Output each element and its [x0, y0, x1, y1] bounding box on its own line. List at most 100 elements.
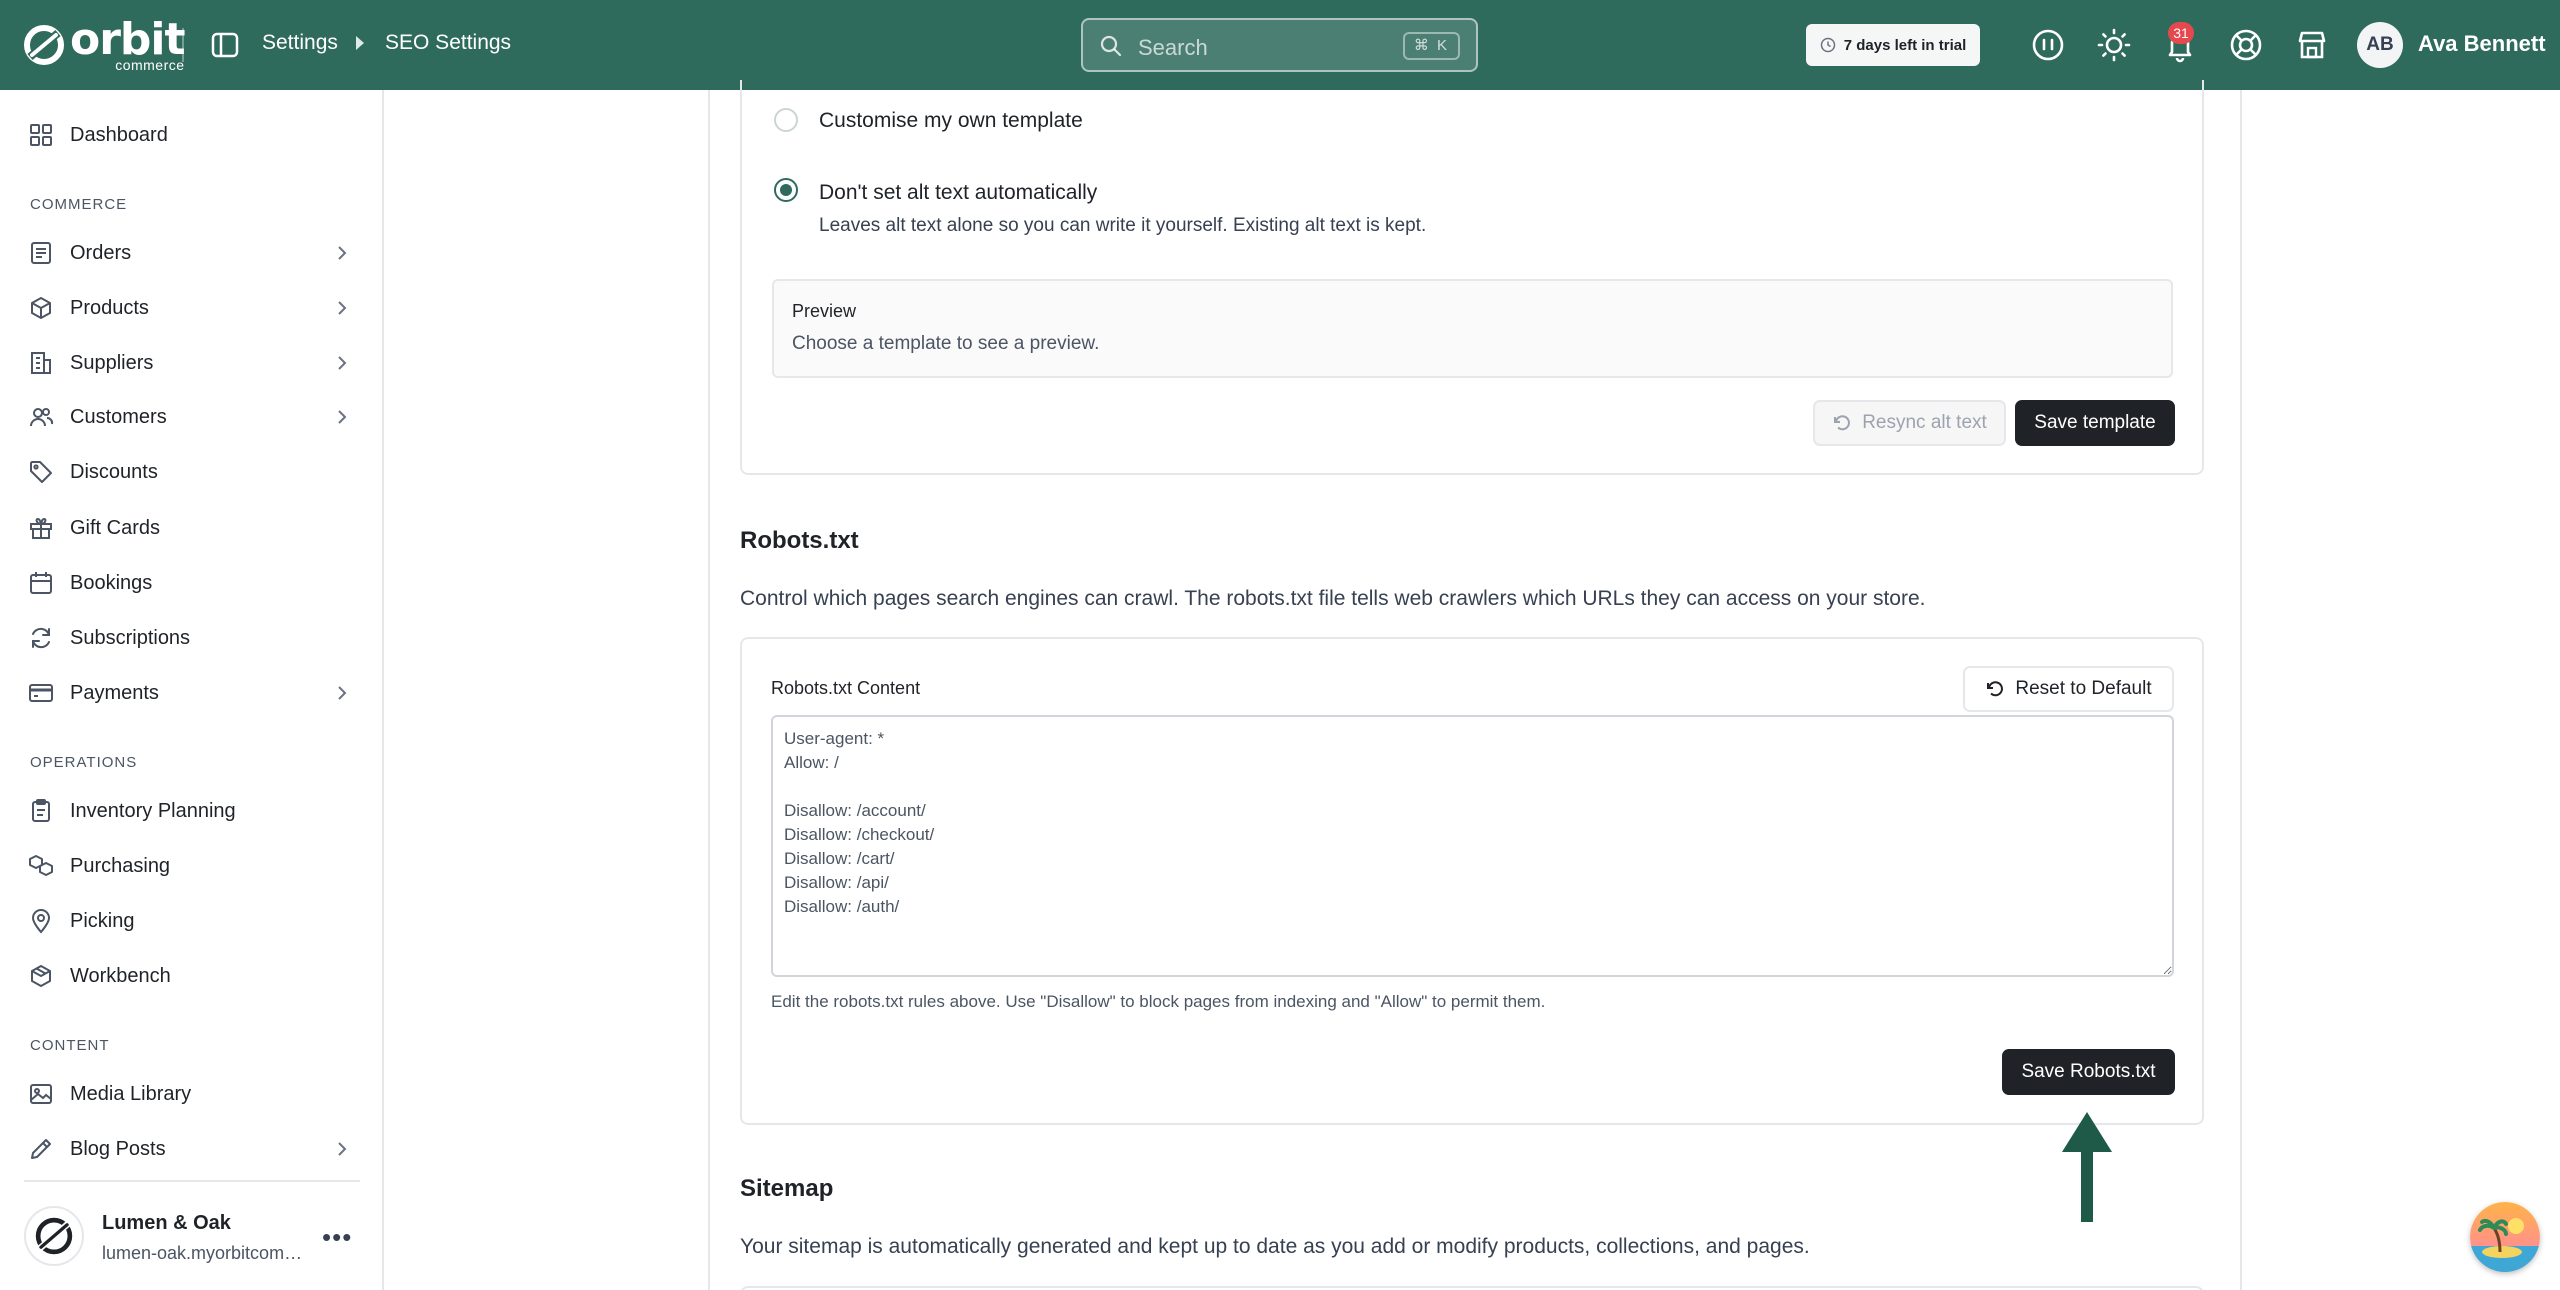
building-icon — [31, 352, 51, 374]
robots-content-label: Robots.txt Content — [771, 678, 921, 698]
topbar-divider — [182, 28, 184, 62]
section-operations: OPERATIONS — [30, 754, 138, 771]
sidebar-item-label: Suppliers — [70, 351, 154, 374]
sidebar-item-workbench[interactable]: Workbench — [0, 951, 384, 1001]
trial-text: 7 days left in trial — [1843, 36, 1967, 54]
boxes-icon — [29, 855, 53, 876]
gift-icon — [30, 517, 52, 539]
breadcrumb-separator-icon — [356, 36, 364, 50]
sidebar-item-label: Blog Posts — [70, 1137, 166, 1160]
sidebar-item-purchasing[interactable]: Purchasing — [0, 841, 384, 891]
sidebar-item-gift-cards[interactable]: Gift Cards — [0, 503, 384, 553]
notification-badge: 31 — [2168, 22, 2194, 44]
search-shortcut: ⌘ K — [1402, 32, 1460, 60]
chevron-right-icon — [338, 686, 347, 700]
sidebar-item-label: Discounts — [70, 460, 158, 483]
save-robots-label: Save Robots.txt — [2021, 1061, 2156, 1082]
sidebar-item-orders[interactable]: Orders — [0, 228, 384, 278]
reset-label: Reset to Default — [2015, 678, 2152, 699]
sidebar-item-label: Customers — [70, 405, 167, 428]
map-pin-icon — [31, 909, 51, 934]
option-no-auto-alt-text-desc: Leaves alt text alone so you can write i… — [819, 215, 1427, 236]
image-icon — [30, 1084, 52, 1104]
refresh-icon — [32, 627, 50, 649]
package-icon — [31, 965, 51, 987]
radio-custom-template[interactable] — [774, 108, 798, 132]
preview-title: Preview — [792, 301, 857, 321]
sidebar-item-label: Purchasing — [70, 854, 171, 877]
sidebar-item-suppliers[interactable]: Suppliers — [0, 338, 384, 388]
storefront-icon[interactable] — [2294, 27, 2330, 63]
chevron-right-icon — [338, 410, 347, 424]
users-icon — [30, 408, 54, 427]
orbit-logo[interactable]: orbit commerce — [22, 18, 186, 72]
sidebar-item-label: Products — [70, 296, 149, 319]
clock-icon — [1820, 37, 1835, 53]
sidebar-item-label: Gift Cards — [70, 516, 161, 539]
sidebar-item-blog-posts[interactable]: Blog Posts — [0, 1124, 384, 1174]
option-no-auto-alt-text-label[interactable]: Don't set alt text automatically — [819, 181, 1097, 205]
assistant-icon[interactable] — [2030, 27, 2066, 63]
robots-title: Robots.txt — [740, 527, 859, 554]
assistant-avatar-icon[interactable] — [2470, 1202, 2540, 1272]
sidebar-item-inventory-planning[interactable]: Inventory Planning — [0, 786, 384, 836]
sidebar-item-customers[interactable]: Customers — [0, 392, 384, 442]
section-content: CONTENT — [30, 1037, 110, 1054]
sitemap-card — [740, 1286, 2204, 1290]
trial-badge[interactable]: 7 days left in trial — [1806, 24, 1980, 66]
rotate-ccw-icon — [1987, 681, 2004, 697]
sidebar-item-discounts[interactable]: Discounts — [0, 447, 384, 497]
sidebar-item-payments[interactable]: Payments — [0, 668, 384, 718]
save-template-label: Save template — [2034, 412, 2156, 433]
option-custom-template-label[interactable]: Customise my own template — [819, 109, 1083, 133]
preview-box: Preview Choose a template to see a previ… — [772, 279, 2173, 378]
sidebar-item-bookings[interactable]: Bookings — [0, 558, 384, 608]
tag-icon — [30, 461, 52, 483]
sidebar-item-label: Picking — [70, 909, 135, 932]
sidebar: Dashboard COMMERCE Orders Products Suppl… — [0, 90, 384, 1290]
sidebar-item-label: Dashboard — [70, 123, 168, 146]
section-commerce: COMMERCE — [30, 196, 128, 213]
search-input[interactable]: Search ⌘ K — [1081, 18, 1478, 72]
store-switcher[interactable]: Lumen & Oak lumen-oak.myorbitcommerce.co… — [0, 1192, 384, 1290]
user-avatar[interactable]: AB — [2357, 22, 2403, 68]
resync-label: Resync alt text — [1862, 412, 1987, 433]
reset-to-default-button[interactable]: Reset to Default — [1963, 666, 2174, 712]
save-robots-button[interactable]: Save Robots.txt — [2002, 1049, 2175, 1095]
dashboard-icon — [30, 124, 52, 146]
sidebar-item-label: Bookings — [70, 571, 153, 594]
sidebar-item-label: Payments — [70, 681, 159, 704]
sidebar-item-subscriptions[interactable]: Subscriptions — [0, 613, 384, 663]
help-lifebuoy-icon[interactable] — [2228, 27, 2264, 63]
store-name: Lumen & Oak — [102, 1212, 231, 1234]
sidebar-item-dashboard[interactable]: Dashboard — [0, 110, 384, 160]
sitemap-title: Sitemap — [740, 1175, 834, 1202]
pencil-icon — [31, 1139, 51, 1159]
store-logo-icon — [24, 1206, 84, 1266]
save-template-button[interactable]: Save template — [2015, 400, 2175, 446]
orders-icon — [31, 242, 51, 264]
user-name[interactable]: Ava Bennett — [2418, 31, 2546, 57]
breadcrumb-settings[interactable]: Settings — [262, 31, 338, 55]
sidebar-item-picking[interactable]: Picking — [0, 896, 384, 946]
sidebar-item-label: Orders — [70, 241, 132, 264]
top-bar: orbit commerce Settings SEO Settings Sea… — [0, 0, 2560, 90]
robots-textarea[interactable]: User-agent: * Allow: / Disallow: /accoun… — [771, 715, 2174, 977]
sidebar-item-products[interactable]: Products — [0, 283, 384, 333]
sidebar-item-label: Workbench — [70, 964, 171, 987]
rotate-ccw-icon — [1834, 415, 1851, 431]
resync-alt-text-button[interactable]: Resync alt text — [1813, 400, 2006, 446]
sidebar-item-media-library[interactable]: Media Library — [0, 1069, 384, 1119]
chevron-right-icon — [338, 246, 347, 260]
radio-no-auto-alt-text[interactable] — [774, 178, 798, 202]
chevron-right-icon — [338, 356, 347, 370]
calendar-icon — [30, 572, 52, 594]
sun-icon[interactable] — [2096, 27, 2132, 63]
sidebar-divider — [24, 1180, 360, 1182]
breadcrumb-seo-settings[interactable]: SEO Settings — [385, 31, 511, 55]
more-options-icon[interactable]: ••• — [322, 1222, 352, 1253]
preview-text: Choose a template to see a preview. — [792, 333, 1100, 354]
sidebar-toggle-icon[interactable] — [210, 30, 240, 60]
search-icon — [1100, 35, 1122, 57]
sidebar-item-label: Inventory Planning — [70, 799, 236, 822]
